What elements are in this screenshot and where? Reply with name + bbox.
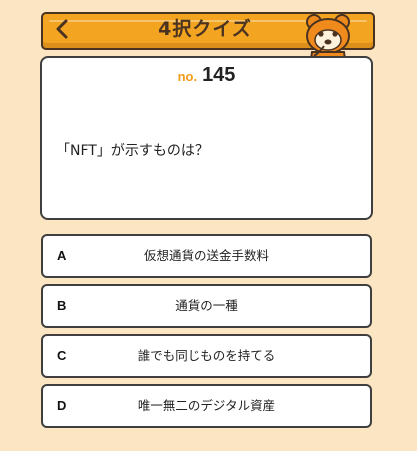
answer-text: 通貨の一種	[175, 298, 238, 313]
page-title: 4択クイズ	[158, 18, 252, 40]
answer-option-d[interactable]: D 唯一無二のデジタル資産	[41, 384, 372, 428]
question-number: no. 145	[42, 64, 371, 87]
question-text: 「NFT」が示すものは？	[56, 143, 209, 159]
question-number-value: 145	[202, 64, 236, 86]
answer-text: 仮想通貨の送金手数料	[143, 248, 269, 263]
answer-option-b[interactable]: B 通貨の一種	[41, 284, 372, 328]
question-card: no. 145 「NFT」が示すものは？	[40, 56, 373, 220]
question-number-label: no.	[177, 69, 198, 84]
back-button[interactable]	[48, 14, 76, 44]
answer-text: 唯一無二のデジタル資産	[137, 398, 276, 413]
answer-option-c[interactable]: C 誰でも同じものを持てる	[41, 334, 372, 378]
chevron-left-icon	[56, 19, 68, 39]
answer-option-a[interactable]: A 仮想通貨の送金手数料	[41, 234, 372, 278]
answer-text: 誰でも同じものを持てる	[137, 348, 276, 363]
